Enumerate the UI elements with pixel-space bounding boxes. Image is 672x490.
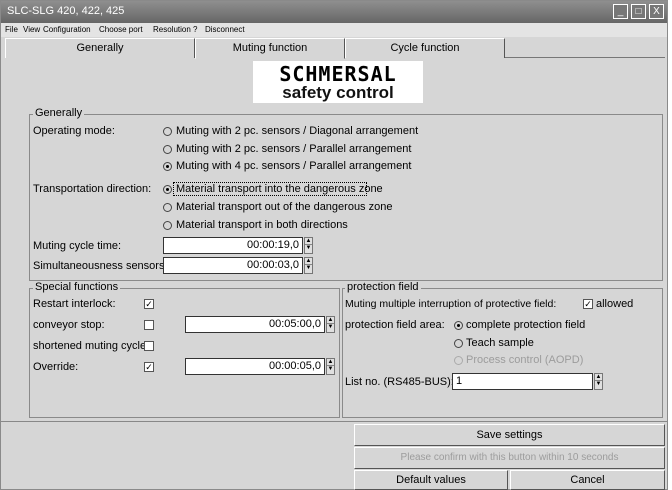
window-title: SLC-SLG 420, 422, 425	[7, 5, 125, 17]
override-checkbox[interactable]: ✓	[144, 362, 154, 372]
area-option-process: Process control (AOPD)	[466, 354, 584, 366]
schmersal-logo: SCHMERSAL safety control	[253, 61, 423, 103]
list-no-label: List no. (RS485-BUS):	[345, 376, 454, 388]
bottom-separator	[1, 421, 667, 422]
simultaneousness-label: Simultaneousness sensors:	[33, 260, 168, 272]
operating-mode-radio-1[interactable]	[163, 127, 172, 136]
simultaneousness-input[interactable]: 00:00:03,0	[163, 257, 303, 274]
spin-up-icon[interactable]: ▲	[305, 258, 312, 265]
operating-mode-radio-3[interactable]	[163, 162, 172, 171]
menu-file[interactable]: File	[5, 25, 18, 34]
close-button[interactable]: X	[649, 4, 664, 19]
transport-option-3: Material transport in both directions	[176, 219, 348, 231]
spin-down-icon[interactable]: ▼	[327, 324, 334, 331]
allowed-label: allowed	[596, 298, 634, 310]
muting-cycle-time-label: Muting cycle time:	[33, 240, 122, 252]
spin-down-icon[interactable]: ▼	[305, 265, 312, 272]
menu-help[interactable]: ?	[193, 25, 197, 34]
list-no-input[interactable]: 1	[452, 373, 593, 390]
protection-field-legend: protection field	[345, 281, 421, 293]
tab-cycle-function[interactable]: Cycle function	[345, 38, 505, 58]
restart-interlock-label: Restart interlock:	[33, 298, 116, 310]
shortened-muting-checkbox[interactable]	[144, 341, 154, 351]
menu-bar: File View Configuration Choose port Reso…	[1, 23, 667, 37]
restart-interlock-checkbox[interactable]: ✓	[144, 299, 154, 309]
minimize-button[interactable]: _	[613, 4, 628, 19]
transport-option-1: Material transport into the dangerous zo…	[176, 183, 383, 195]
application-window: SLC-SLG 420, 422, 425 _ □ X File View Co…	[0, 0, 668, 490]
area-option-complete: complete protection field	[466, 319, 586, 331]
transport-direction-label: Transportation direction:	[33, 183, 152, 195]
special-functions-legend: Special functions	[33, 281, 121, 293]
generally-legend: Generally	[33, 107, 85, 119]
multiple-interruption-label: Muting multiple interruption of protecti…	[345, 298, 557, 310]
allowed-checkbox[interactable]: ✓	[583, 299, 593, 309]
generally-group	[29, 114, 663, 281]
protection-area-label: protection field area:	[345, 319, 445, 331]
transport-radio-3[interactable]	[163, 221, 172, 230]
muting-cycle-time-input[interactable]: 00:00:19,0	[163, 237, 303, 254]
conveyor-stop-label: conveyor stop:	[33, 319, 105, 331]
conveyor-stop-spinner[interactable]: ▲ ▼	[326, 316, 335, 333]
tab-muting-function[interactable]: Muting function	[195, 38, 345, 59]
menu-choose-port[interactable]: Choose port	[99, 25, 143, 34]
title-bar[interactable]: SLC-SLG 420, 422, 425 _ □ X	[1, 1, 667, 23]
logo-subtitle: safety control	[282, 83, 394, 102]
conveyor-stop-input[interactable]: 00:05:00,0	[185, 316, 325, 333]
tab-bar: Generally Muting function Cycle function	[5, 38, 665, 59]
menu-resolution[interactable]: Resolution	[153, 25, 191, 34]
menu-disconnect[interactable]: Disconnect	[205, 25, 245, 34]
operating-mode-option-2: Muting with 2 pc. sensors / Parallel arr…	[176, 143, 412, 155]
menu-configuration[interactable]: Configuration	[43, 25, 91, 34]
tab-generally[interactable]: Generally	[5, 38, 195, 58]
area-radio-complete[interactable]	[454, 321, 463, 330]
operating-mode-option-1: Muting with 2 pc. sensors / Diagonal arr…	[176, 125, 419, 137]
transport-radio-2[interactable]	[163, 203, 172, 212]
operating-mode-option-3: Muting with 4 pc. sensors / Parallel arr…	[176, 160, 412, 172]
transport-radio-1[interactable]	[163, 185, 172, 194]
default-values-button[interactable]: Default values	[354, 470, 508, 490]
list-no-spinner[interactable]: ▲ ▼	[594, 373, 603, 390]
operating-mode-label: Operating mode:	[33, 125, 115, 137]
cancel-button[interactable]: Cancel	[510, 470, 665, 490]
override-label: Override:	[33, 361, 79, 373]
spin-up-icon[interactable]: ▲	[327, 317, 334, 324]
save-settings-button[interactable]: Save settings	[354, 424, 665, 446]
spin-up-icon[interactable]: ▲	[327, 359, 334, 366]
maximize-button[interactable]: □	[631, 4, 646, 19]
spin-up-icon[interactable]: ▲	[595, 374, 602, 381]
override-input[interactable]: 00:00:05,0	[185, 358, 325, 375]
spin-down-icon[interactable]: ▼	[327, 366, 334, 373]
override-spinner[interactable]: ▲ ▼	[326, 358, 335, 375]
transport-option-2: Material transport out of the dangerous …	[176, 201, 393, 213]
operating-mode-radio-2[interactable]	[163, 145, 172, 154]
spin-up-icon[interactable]: ▲	[305, 238, 312, 245]
simultaneousness-spinner[interactable]: ▲ ▼	[304, 257, 313, 274]
spin-down-icon[interactable]: ▼	[595, 381, 602, 388]
area-radio-process	[454, 356, 463, 365]
shortened-muting-label: shortened muting cycle:	[33, 340, 150, 352]
conveyor-stop-checkbox[interactable]	[144, 320, 154, 330]
area-option-teach: Teach sample	[466, 337, 534, 349]
confirm-button: Please confirm with this button within 1…	[354, 447, 665, 469]
menu-view[interactable]: View	[23, 25, 40, 34]
muting-cycle-time-spinner[interactable]: ▲ ▼	[304, 237, 313, 254]
area-radio-teach[interactable]	[454, 339, 463, 348]
spin-down-icon[interactable]: ▼	[305, 245, 312, 252]
